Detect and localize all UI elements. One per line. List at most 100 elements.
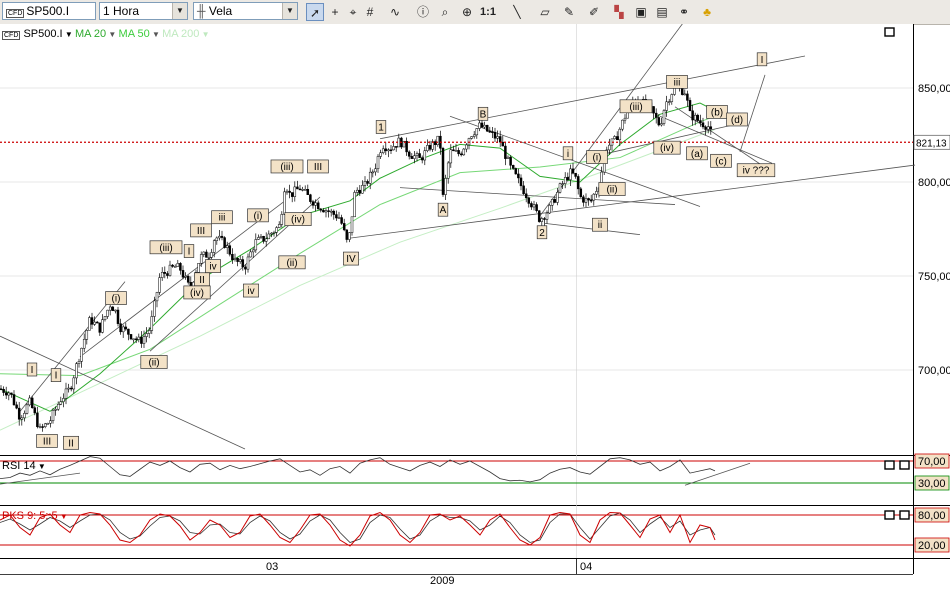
candle-body[interactable] [12, 394, 16, 406]
candle-body[interactable] [459, 153, 463, 156]
candle-body[interactable] [337, 217, 341, 219]
candle-body[interactable] [537, 210, 541, 222]
candle-body[interactable] [98, 322, 102, 333]
candle-body[interactable] [592, 193, 596, 201]
candle-body[interactable] [522, 185, 525, 195]
candle-body[interactable] [223, 237, 226, 248]
candle-body[interactable] [202, 251, 206, 255]
candle-body[interactable] [259, 236, 263, 238]
candle-body[interactable] [160, 272, 164, 278]
indicator-icon[interactable]: ∿ [386, 3, 404, 21]
candle-body[interactable] [342, 223, 346, 231]
candle-body[interactable] [324, 210, 328, 213]
candle-body[interactable] [301, 189, 304, 191]
candle-body[interactable] [587, 198, 590, 201]
legend-symbol[interactable]: SP500.I [23, 28, 62, 40]
candle-body[interactable] [543, 218, 546, 220]
candle-body[interactable] [280, 214, 284, 225]
candle-body[interactable] [420, 157, 424, 161]
candle-body[interactable] [56, 404, 60, 410]
crosshair-icon[interactable]: + [326, 3, 344, 21]
image-icon[interactable]: ▣ [632, 3, 650, 21]
candle-body[interactable] [311, 201, 315, 206]
candle-body[interactable] [613, 136, 616, 140]
candle-body[interactable] [2, 389, 5, 393]
candle-body[interactable] [374, 168, 377, 173]
candle-body[interactable] [20, 417, 24, 420]
candle-body[interactable] [119, 323, 122, 333]
candle-body[interactable] [701, 122, 705, 128]
candle-body[interactable] [532, 204, 536, 208]
maximize-icon[interactable] [899, 510, 910, 520]
candle-body[interactable] [251, 249, 255, 253]
candle-body[interactable] [197, 263, 200, 273]
chart-svg[interactable]: IIIII II(i)(ii)(iii) IIIIIIiv(iv)iiiiv(i)(… [0, 10, 950, 589]
candle-body[interactable] [244, 266, 247, 270]
candle-body[interactable] [179, 263, 182, 271]
candle-body[interactable] [563, 177, 567, 184]
candle-body[interactable] [25, 404, 29, 414]
candle-body[interactable] [556, 192, 559, 203]
candle-body[interactable] [288, 190, 291, 193]
candle-body[interactable] [366, 181, 369, 184]
candle-body[interactable] [134, 338, 138, 341]
candle-body[interactable] [75, 363, 78, 379]
candle-body[interactable] [212, 240, 216, 253]
candle-body[interactable] [545, 212, 549, 220]
candle-body[interactable] [475, 128, 479, 136]
candle-body[interactable] [381, 148, 385, 154]
text-icon[interactable]: ▤ [653, 3, 671, 21]
candle-body[interactable] [389, 149, 393, 152]
candle-body[interactable] [506, 156, 510, 159]
candle-body[interactable] [660, 123, 663, 126]
legend-ma50[interactable]: MA 50 [119, 28, 150, 40]
candle-body[interactable] [449, 149, 453, 164]
candle-body[interactable] [277, 224, 281, 228]
candle-body[interactable] [454, 150, 458, 152]
candle-body[interactable] [64, 388, 68, 399]
candle-body[interactable] [371, 171, 375, 174]
candle-body[interactable] [433, 141, 437, 145]
candle-body[interactable] [15, 404, 18, 409]
candle-body[interactable] [652, 106, 655, 114]
candle-body[interactable] [210, 252, 213, 258]
candle-body[interactable] [397, 137, 401, 148]
candle-body[interactable] [595, 191, 598, 195]
candle-body[interactable] [384, 148, 388, 152]
candle-body[interactable] [0, 388, 3, 391]
candle-body[interactable] [423, 150, 427, 161]
candle-body[interactable] [517, 173, 520, 179]
candle-body[interactable] [667, 101, 671, 103]
stoch-title[interactable]: PKS 9: 5: 5 [2, 510, 58, 522]
candle-body[interactable] [706, 126, 710, 130]
candle-body[interactable] [535, 204, 538, 211]
candle-body[interactable] [43, 423, 47, 427]
candle-body[interactable] [171, 264, 174, 267]
candle-body[interactable] [345, 229, 349, 240]
candle-body[interactable] [589, 199, 593, 202]
candle-body[interactable] [548, 205, 551, 214]
candle-body[interactable] [220, 235, 224, 238]
candle-body[interactable] [82, 339, 86, 349]
grid-icon[interactable]: # [361, 3, 379, 21]
candle-body[interactable] [69, 387, 73, 390]
candle-body[interactable] [168, 264, 172, 276]
candle-body[interactable] [181, 270, 185, 278]
timeframe-select[interactable]: 1 Hora ▼ [99, 2, 188, 20]
candle-body[interactable] [446, 162, 450, 179]
candle-body[interactable] [340, 217, 343, 224]
candle-body[interactable] [88, 317, 91, 331]
candle-body[interactable] [621, 119, 624, 130]
candle-body[interactable] [358, 189, 362, 194]
candle-body[interactable] [478, 122, 481, 129]
candle-body[interactable] [530, 203, 533, 208]
candle-body[interactable] [335, 214, 338, 219]
candle-body[interactable] [207, 257, 211, 259]
candle-body[interactable] [579, 188, 583, 198]
candle-body[interactable] [566, 177, 570, 180]
candle-body[interactable] [392, 146, 395, 151]
candle-body[interactable] [509, 156, 512, 166]
candle-body[interactable] [615, 136, 619, 141]
chevron-down-icon[interactable]: ▼ [199, 30, 210, 39]
candle-body[interactable] [93, 321, 96, 325]
